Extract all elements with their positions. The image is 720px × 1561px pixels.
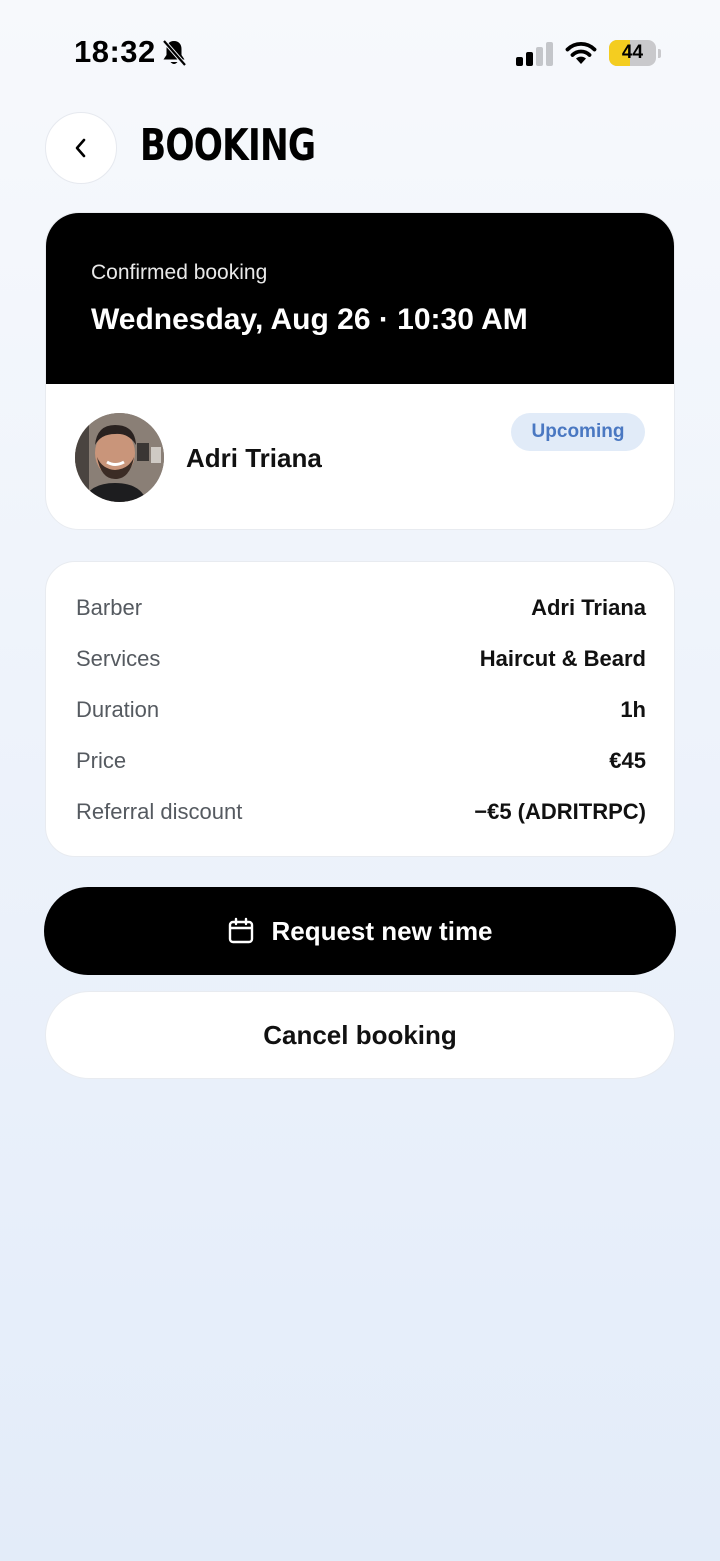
status-bar: 18:32 44 <box>0 0 720 106</box>
chevron-left-icon <box>75 138 86 158</box>
detail-value: €45 <box>609 748 646 773</box>
booking-details-card: Barber Adri Triana Services Haircut & Be… <box>45 561 675 857</box>
avatar <box>75 413 164 502</box>
status-time: 18:32 <box>74 34 156 69</box>
detail-row-price: Price €45 <box>76 745 646 777</box>
battery-level: 44 <box>621 42 644 63</box>
detail-value: 1h <box>620 697 646 722</box>
request-new-time-button[interactable]: Request new time <box>44 887 676 975</box>
detail-label: Duration <box>76 697 160 722</box>
wifi-icon <box>565 42 597 64</box>
status-badge: Upcoming <box>511 413 645 451</box>
detail-label: Referral discount <box>76 799 243 824</box>
detail-row-barber: Barber Adri Triana <box>76 592 646 624</box>
booking-status: Confirmed booking <box>91 261 268 284</box>
request-new-time-label: Request new time <box>271 915 493 946</box>
calendar-icon <box>229 917 254 944</box>
cancel-booking-button[interactable]: Cancel booking <box>45 991 675 1079</box>
detail-row-duration: Duration 1h <box>76 694 646 726</box>
detail-label: Services <box>76 646 161 671</box>
back-button[interactable] <box>45 112 117 184</box>
detail-row-referral-discount: Referral discount −€5 (ADRITRPC) <box>76 796 646 828</box>
barber-name: Adri Triana <box>186 443 322 473</box>
booking-header: Confirmed booking Wednesday, Aug 26 · 10… <box>46 213 674 384</box>
cancel-booking-label: Cancel booking <box>263 1019 457 1050</box>
signal-icon <box>516 42 553 66</box>
bell-slash-icon <box>162 39 187 67</box>
detail-label: Barber <box>76 595 143 620</box>
detail-value: Adri Triana <box>531 595 646 620</box>
battery-icon: 44 <box>609 40 661 66</box>
booking-datetime: Wednesday, Aug 26 · 10:30 AM <box>91 303 528 336</box>
booking-card: Confirmed booking Wednesday, Aug 26 · 10… <box>45 212 675 530</box>
detail-value: Haircut & Beard <box>479 646 646 671</box>
detail-value: −€5 (ADRITRPC) <box>474 799 646 824</box>
detail-row-services: Services Haircut & Beard <box>76 643 646 675</box>
detail-label: Price <box>76 748 127 773</box>
page-title: BOOKING <box>140 120 316 171</box>
